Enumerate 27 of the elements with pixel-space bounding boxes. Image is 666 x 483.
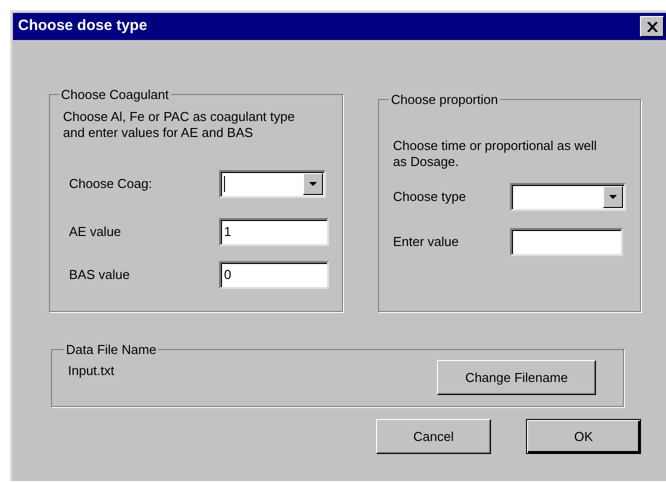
filename-text: Input.txt (68, 362, 114, 380)
change-filename-button[interactable]: Change Filename (437, 360, 596, 395)
group-title: Data File Name (65, 342, 158, 357)
dialog-button[interactable]: Cancel (376, 419, 491, 454)
close-icon (646, 22, 658, 32)
field-label: Choose Coag: (69, 175, 154, 194)
caret-icon (609, 195, 617, 199)
caret-icon (309, 182, 317, 186)
input-field[interactable]: 1 (219, 218, 329, 246)
text-cursor (224, 176, 225, 192)
field-label: Choose type (393, 188, 467, 206)
input-field[interactable] (510, 228, 623, 256)
dropdown-button[interactable] (303, 173, 323, 195)
dropdown[interactable] (510, 183, 626, 211)
field-label: Enter value (393, 233, 460, 252)
window-title: Choose dose type (18, 16, 148, 36)
dropdown-button[interactable] (603, 186, 623, 208)
field-label: AE value (69, 223, 122, 242)
close-button[interactable] (640, 16, 664, 37)
group-description: Choose Al, Fe or PAC as coagulant type and enter values for AE and BAS (63, 109, 296, 141)
group-title: Choose Coagulant (60, 87, 170, 102)
field-label: BAS value (69, 266, 131, 284)
dialog-button[interactable]: OK (526, 419, 641, 454)
dropdown[interactable] (219, 170, 326, 198)
group-description: Choose time or proportional as well as Dosage. (393, 138, 598, 170)
input-field[interactable]: 0 (219, 261, 329, 289)
group-title: Choose proportion (390, 92, 499, 107)
